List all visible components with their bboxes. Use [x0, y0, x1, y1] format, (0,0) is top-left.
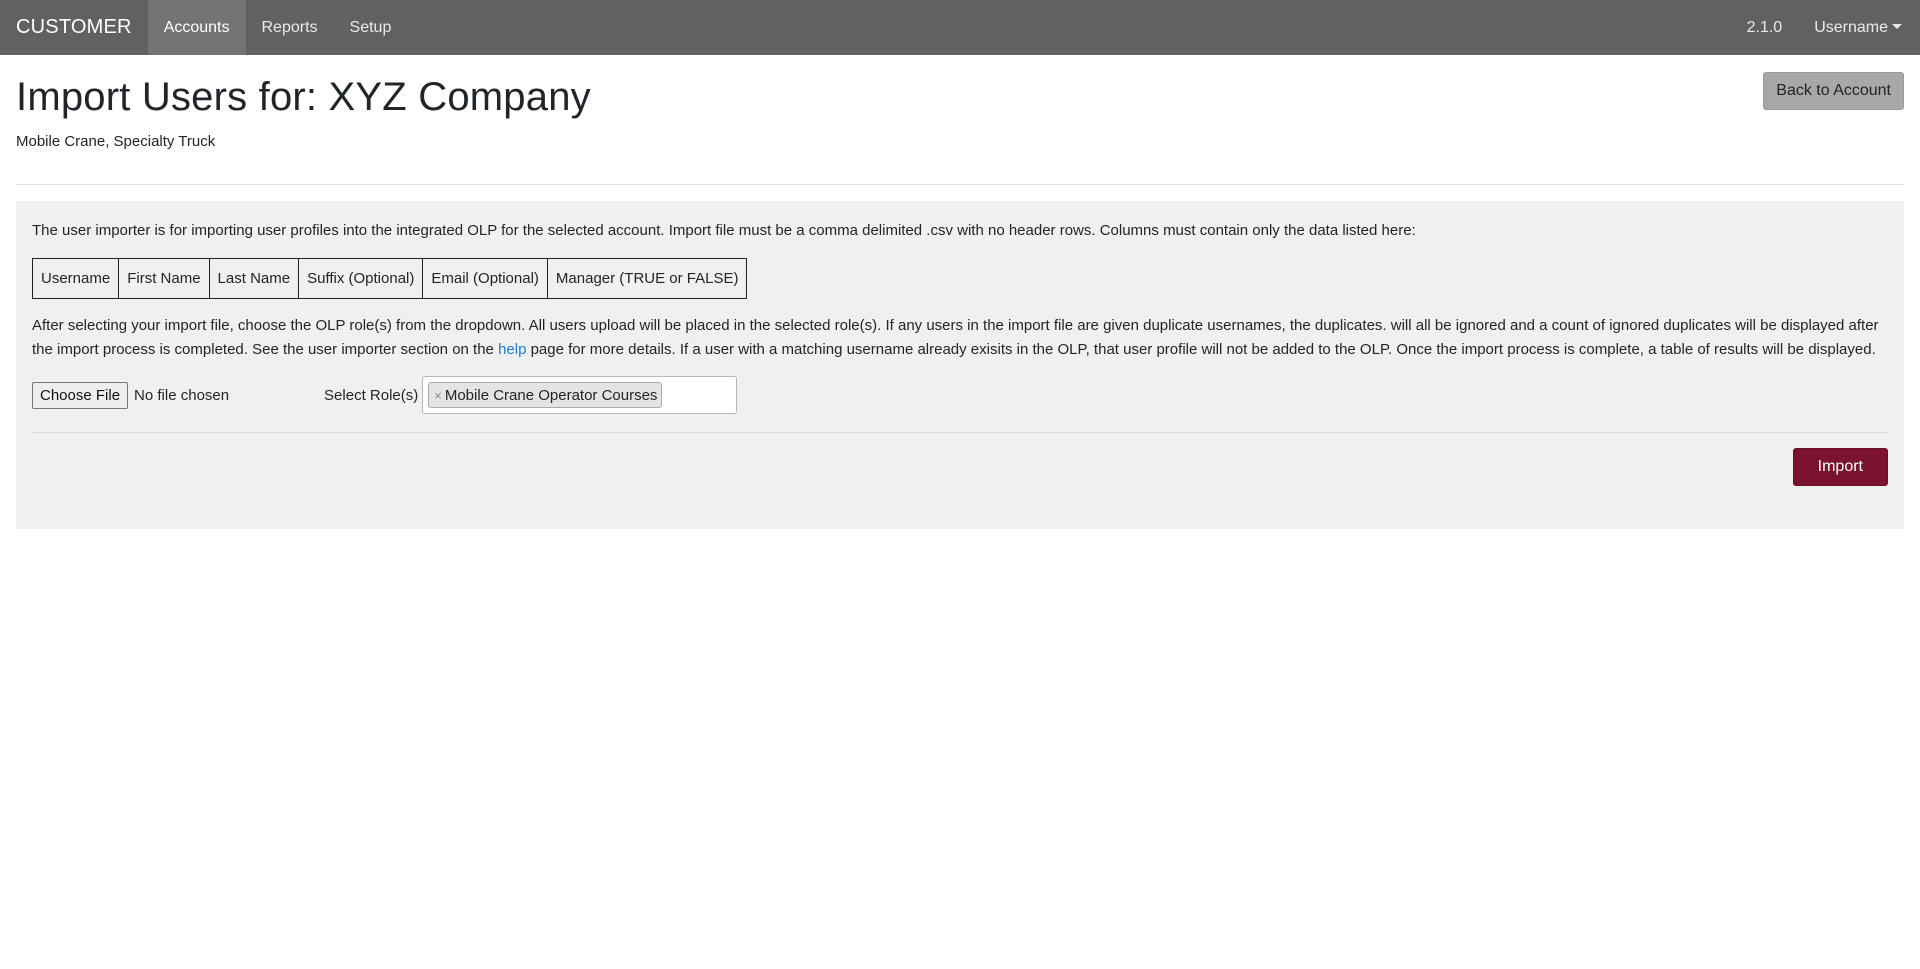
- user-menu-label: Username: [1814, 18, 1888, 36]
- version-label: 2.1.0: [1746, 18, 1783, 36]
- details-text-end: page for more details. If a user with a …: [526, 341, 1876, 358]
- column-email: Email (Optional): [422, 258, 548, 299]
- column-manager: Manager (TRUE or FALSE): [546, 258, 748, 299]
- file-status-text: No file chosen: [134, 386, 230, 404]
- nav-item-accounts[interactable]: Accounts: [147, 0, 246, 55]
- panel-divider: [32, 432, 1888, 433]
- column-last-name: Last Name: [208, 258, 300, 299]
- details-text: After selecting your import file, choose…: [32, 314, 1888, 362]
- brand-logo[interactable]: CUSTOMER: [16, 0, 132, 55]
- help-link[interactable]: help: [498, 341, 526, 358]
- top-navbar: CUSTOMER Accounts Reports Setup 2.1.0 Us…: [0, 0, 1920, 55]
- page-header: Import Users for: XYZ Company Mobile Cra…: [0, 55, 1920, 185]
- selected-role-tag: × Mobile Crane Operator Courses: [428, 382, 663, 408]
- intro-text: The user importer is for importing user …: [32, 222, 1416, 239]
- page-subtitle: Mobile Crane, Specialty Truck: [16, 133, 216, 150]
- file-role-row: Choose File No file chosen Select Role(s…: [32, 376, 1888, 414]
- column-username: Username: [31, 258, 120, 299]
- roles-multiselect[interactable]: × Mobile Crane Operator Courses: [422, 376, 738, 414]
- import-panel: The user importer is for importing user …: [16, 201, 1904, 529]
- nav-item-reports[interactable]: Reports: [246, 0, 334, 55]
- page-title: Import Users for: XYZ Company: [16, 75, 591, 119]
- select-roles-label: Select Role(s): [324, 386, 419, 404]
- columns-table: Username First Name Last Name Suffix (Op…: [31, 258, 748, 299]
- import-button[interactable]: Import: [1792, 448, 1888, 486]
- header-divider: [16, 184, 1904, 185]
- user-menu[interactable]: Username: [1798, 0, 1918, 55]
- choose-file-button[interactable]: Choose File: [32, 381, 129, 409]
- remove-tag-icon[interactable]: ×: [434, 388, 442, 403]
- selected-role-label: Mobile Crane Operator Courses: [444, 386, 658, 404]
- table-row: Username First Name Last Name Suffix (Op…: [31, 258, 748, 299]
- nav-item-setup[interactable]: Setup: [334, 0, 408, 55]
- back-to-account-button[interactable]: Back to Account: [1763, 72, 1904, 110]
- column-first-name: First Name: [118, 258, 210, 299]
- import-row: Import: [32, 448, 1888, 486]
- caret-down-icon: [1892, 24, 1902, 29]
- column-suffix: Suffix (Optional): [298, 258, 424, 299]
